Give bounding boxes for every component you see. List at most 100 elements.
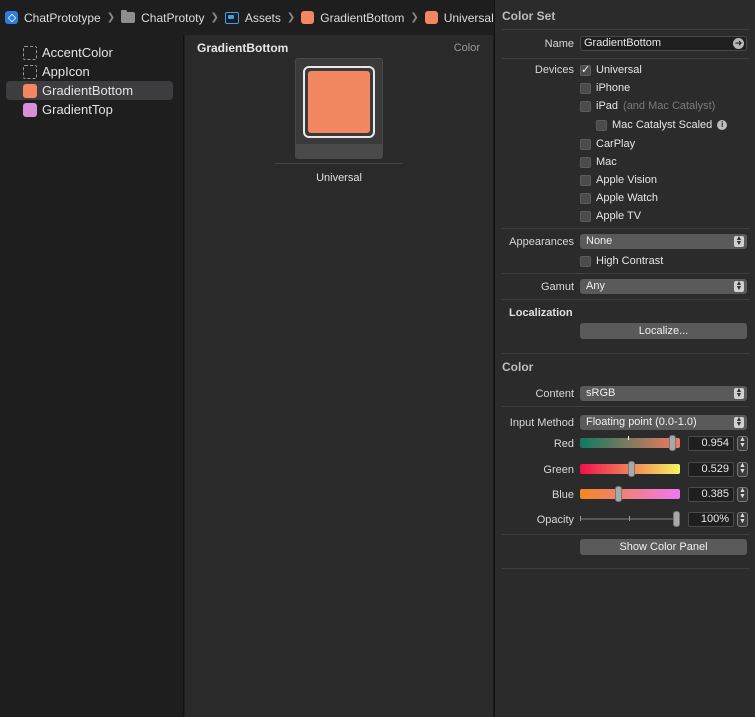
asset-editor: GradientBottom Color Universal (185, 35, 493, 717)
sidebar-item-appicon[interactable]: AppIcon (6, 62, 173, 81)
device-apple-watch[interactable]: Apple Watch (580, 192, 658, 204)
device-apple-vision[interactable]: Apple Vision (580, 174, 657, 186)
device-apple-tv-label: Apple TV (596, 210, 642, 222)
device-ipad[interactable]: iPad (and Mac Catalyst) (580, 100, 715, 112)
device-apple-vision-label: Apple Vision (596, 174, 657, 186)
sidebar-item-accentcolor[interactable]: AccentColor (6, 43, 173, 62)
divider (502, 568, 749, 569)
asset-catalog-icon (224, 11, 239, 24)
checkbox[interactable] (580, 192, 591, 204)
green-value-field[interactable]: 0.529 (688, 462, 734, 477)
chevron-right-icon: ❯ (106, 12, 116, 23)
localize-button[interactable]: Localize... (580, 323, 747, 339)
breadcrumb-asset[interactable]: GradientBottom (301, 11, 404, 25)
breadcrumb-asset-label: GradientBottom (320, 10, 405, 25)
device-apple-watch-label: Apple Watch (596, 192, 658, 204)
opacity-value-field[interactable]: 100% (688, 512, 734, 527)
high-contrast-label: High Contrast (596, 255, 664, 267)
opacity-label: Opacity (536, 514, 574, 526)
green-stepper[interactable]: ▲ ▼ (737, 462, 748, 477)
checkbox[interactable] (580, 82, 591, 94)
chevron-right-icon: ❯ (286, 12, 296, 23)
empty-app-icon-set-icon (23, 64, 37, 79)
appearances-popup[interactable]: None ▲ ▼ (580, 234, 747, 249)
color-set-section-title: Color Set (502, 9, 556, 23)
input-method-value: Floating point (0.0-1.0) (586, 416, 697, 428)
device-carplay[interactable]: CarPlay (580, 138, 635, 150)
opacity-slider-knob[interactable] (673, 511, 680, 527)
checkbox[interactable] (580, 174, 591, 186)
red-value-field[interactable]: 0.954 (688, 436, 734, 451)
high-contrast[interactable]: High Contrast (580, 255, 663, 267)
color-swatch-icon (301, 11, 315, 24)
breadcrumb-catalog[interactable]: Assets (224, 11, 281, 25)
up-down-arrows-icon: ▲ ▼ (734, 416, 744, 428)
green-slider[interactable] (580, 461, 680, 477)
slider-tick (629, 516, 630, 521)
red-stepper[interactable]: ▲ ▼ (737, 436, 748, 451)
device-mac-label: Mac (596, 156, 617, 168)
blue-label: Blue (551, 489, 574, 501)
device-ipad-note: (and Mac Catalyst) (623, 100, 716, 112)
opacity-stepper[interactable]: ▲ ▼ (737, 512, 748, 527)
red-slider-knob[interactable] (669, 435, 676, 451)
divider (502, 58, 749, 59)
divider (502, 29, 749, 30)
checkbox-checked[interactable] (580, 63, 591, 76)
checkbox[interactable] (596, 119, 607, 131)
arrow-right-circle-icon[interactable]: ➜ (733, 38, 744, 49)
gamut-label: Gamut (540, 281, 574, 293)
breadcrumb-project[interactable]: ChatPrototype (5, 11, 101, 25)
asset-type-label: Color (453, 42, 480, 54)
content-popup[interactable]: sRGB ▲ ▼ (580, 386, 747, 401)
checkbox[interactable] (580, 100, 591, 112)
checkbox[interactable] (580, 210, 591, 222)
gamut-popup[interactable]: Any ▲ ▼ (580, 279, 747, 294)
sidebar-item-label: AppIcon (42, 64, 90, 79)
color-well-footer (296, 144, 382, 158)
up-down-arrows-icon: ▲ ▼ (734, 235, 744, 247)
input-method-popup[interactable]: Floating point (0.0-1.0) ▲ ▼ (580, 415, 747, 430)
breadcrumb-appearance[interactable]: Universal (424, 10, 494, 25)
red-label: Red (553, 438, 574, 450)
gamut-value: Any (586, 280, 605, 292)
blue-value-field[interactable]: 0.385 (688, 487, 734, 502)
attributes-inspector: Color Set Name GradientBottom ➜ Devices … (494, 0, 755, 717)
slider-tick (628, 436, 629, 440)
color-well-universal[interactable] (295, 58, 383, 159)
checkbox[interactable] (580, 138, 591, 150)
folder-icon (121, 10, 136, 23)
breadcrumb-folder[interactable]: ChatPrototy (121, 10, 205, 25)
breadcrumb-folder-label: ChatPrototy (141, 10, 205, 25)
device-mac[interactable]: Mac (580, 156, 617, 168)
green-label: Green (543, 464, 574, 476)
sidebar-item-gradienttop[interactable]: GradientTop (6, 100, 173, 119)
color-section-title: Color (502, 360, 534, 374)
info-icon[interactable]: i (717, 120, 728, 130)
device-universal[interactable]: Universal (580, 63, 642, 76)
input-method-label: Input Method (509, 417, 574, 429)
blue-slider-knob[interactable] (615, 486, 622, 502)
checkbox[interactable] (580, 255, 591, 267)
blue-stepper[interactable]: ▲ ▼ (737, 487, 748, 502)
content-value: sRGB (586, 387, 616, 399)
red-slider[interactable] (580, 435, 680, 451)
device-apple-tv[interactable]: Apple TV (580, 210, 641, 222)
breadcrumb-appearance-label: Universal (443, 10, 494, 25)
device-universal-label: Universal (596, 64, 642, 76)
name-field[interactable]: GradientBottom ➜ (580, 36, 747, 51)
sidebar-item-label: GradientBottom (42, 83, 134, 98)
device-mac-catalyst-scaled[interactable]: Mac Catalyst Scaled i (596, 119, 728, 131)
divider (502, 228, 749, 229)
opacity-slider[interactable] (580, 511, 680, 527)
sidebar-item-gradientbottom[interactable]: GradientBottom (6, 81, 173, 100)
device-ipad-label: iPad (596, 100, 619, 112)
divider (502, 406, 749, 407)
device-iphone[interactable]: iPhone (580, 82, 630, 94)
green-slider-knob[interactable] (628, 461, 635, 477)
blue-slider[interactable] (580, 486, 680, 502)
show-color-panel-button[interactable]: Show Color Panel (580, 539, 747, 555)
up-down-arrows-icon: ▲ ▼ (734, 280, 744, 292)
divider (502, 534, 749, 535)
checkbox[interactable] (580, 156, 591, 168)
